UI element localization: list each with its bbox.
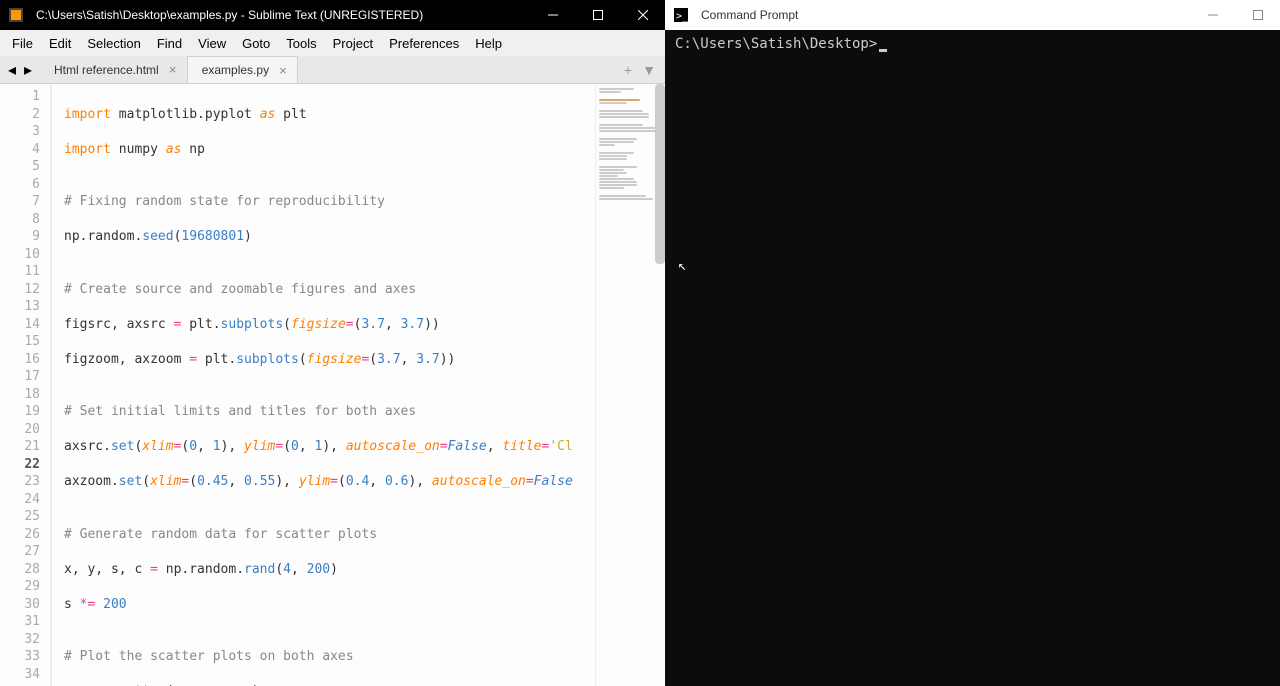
window-controls xyxy=(530,0,665,30)
menu-selection[interactable]: Selection xyxy=(79,33,148,54)
line-number: 25 xyxy=(4,508,40,526)
tab-close-icon[interactable]: × xyxy=(277,64,289,76)
line-number: 10 xyxy=(4,246,40,264)
line-number: 13 xyxy=(4,298,40,316)
tab-label: examples.py xyxy=(202,63,269,77)
line-number: 26 xyxy=(4,526,40,544)
mouse-cursor-icon: ↖ xyxy=(678,258,686,274)
new-tab-button[interactable]: + xyxy=(621,62,635,78)
sublime-titlebar[interactable]: C:\Users\Satish\Desktop\examples.py - Su… xyxy=(0,0,665,30)
tab-bar: ◂ ▸ Html reference.html × examples.py × … xyxy=(0,56,665,84)
line-number: 1 xyxy=(4,88,40,106)
minimap[interactable] xyxy=(595,84,665,686)
tab-nav-forward[interactable]: ▸ xyxy=(20,60,36,80)
line-number: 22 xyxy=(4,456,40,474)
line-number: 11 xyxy=(4,263,40,281)
sublime-window: C:\Users\Satish\Desktop\examples.py - Su… xyxy=(0,0,665,686)
line-number: 2 xyxy=(4,106,40,124)
line-number: 21 xyxy=(4,438,40,456)
editor-area: 1234567891011121314151617181920212223242… xyxy=(0,84,665,686)
cmd-terminal[interactable]: C:\Users\Satish\Desktop> ↖ xyxy=(665,30,1280,686)
code-editor[interactable]: import matplotlib.pyplot as plt import n… xyxy=(50,84,595,686)
cmd-maximize-button[interactable] xyxy=(1235,0,1280,30)
menu-goto[interactable]: Goto xyxy=(234,33,278,54)
tab-label: Html reference.html xyxy=(54,63,159,77)
menu-find[interactable]: Find xyxy=(149,33,190,54)
sublime-title: C:\Users\Satish\Desktop\examples.py - Su… xyxy=(32,8,530,22)
tab-close-icon[interactable]: × xyxy=(167,64,179,76)
line-number: 18 xyxy=(4,386,40,404)
cmd-title: Command Prompt xyxy=(697,8,1190,22)
maximize-button[interactable] xyxy=(575,0,620,30)
line-number: 14 xyxy=(4,316,40,334)
minimize-button[interactable] xyxy=(530,0,575,30)
tab-examples-py[interactable]: examples.py × xyxy=(187,56,298,83)
line-number: 8 xyxy=(4,211,40,229)
line-number: 12 xyxy=(4,281,40,299)
menu-file[interactable]: File xyxy=(4,33,41,54)
cmd-prompt: C:\Users\Satish\Desktop> xyxy=(675,36,877,52)
line-number: 32 xyxy=(4,631,40,649)
line-number: 24 xyxy=(4,491,40,509)
line-number: 16 xyxy=(4,351,40,369)
line-number: 19 xyxy=(4,403,40,421)
line-number: 20 xyxy=(4,421,40,439)
close-button[interactable] xyxy=(620,0,665,30)
line-number: 15 xyxy=(4,333,40,351)
line-number: 9 xyxy=(4,228,40,246)
cmd-icon: >_ xyxy=(673,7,689,23)
line-number: 33 xyxy=(4,648,40,666)
line-number: 17 xyxy=(4,368,40,386)
line-number: 5 xyxy=(4,158,40,176)
menu-view[interactable]: View xyxy=(190,33,234,54)
line-number: 23 xyxy=(4,473,40,491)
line-number: 6 xyxy=(4,176,40,194)
cmd-window: >_ Command Prompt C:\Users\Satish\Deskto… xyxy=(665,0,1280,686)
menu-edit[interactable]: Edit xyxy=(41,33,79,54)
line-number: 27 xyxy=(4,543,40,561)
line-number: 7 xyxy=(4,193,40,211)
cmd-titlebar[interactable]: >_ Command Prompt xyxy=(665,0,1280,30)
sublime-icon xyxy=(8,7,24,23)
line-number: 4 xyxy=(4,141,40,159)
line-number-gutter[interactable]: 1234567891011121314151617181920212223242… xyxy=(0,84,50,686)
tab-nav-back[interactable]: ◂ xyxy=(4,60,20,80)
line-number: 31 xyxy=(4,613,40,631)
line-number: 34 xyxy=(4,666,40,684)
line-number: 28 xyxy=(4,561,40,579)
svg-text:>_: >_ xyxy=(676,11,688,22)
line-number: 29 xyxy=(4,578,40,596)
tab-dropdown-icon[interactable]: ▼ xyxy=(639,62,659,78)
editor-scrollbar[interactable] xyxy=(655,84,665,686)
cmd-minimize-button[interactable] xyxy=(1190,0,1235,30)
menu-preferences[interactable]: Preferences xyxy=(381,33,467,54)
line-number: 30 xyxy=(4,596,40,614)
menu-tools[interactable]: Tools xyxy=(278,33,324,54)
menu-help[interactable]: Help xyxy=(467,33,510,54)
menu-bar: File Edit Selection Find View Goto Tools… xyxy=(0,30,665,56)
cmd-cursor xyxy=(879,49,887,52)
tab-html-reference[interactable]: Html reference.html × xyxy=(40,56,187,83)
cmd-window-controls xyxy=(1190,0,1280,30)
menu-project[interactable]: Project xyxy=(325,33,381,54)
line-number: 3 xyxy=(4,123,40,141)
